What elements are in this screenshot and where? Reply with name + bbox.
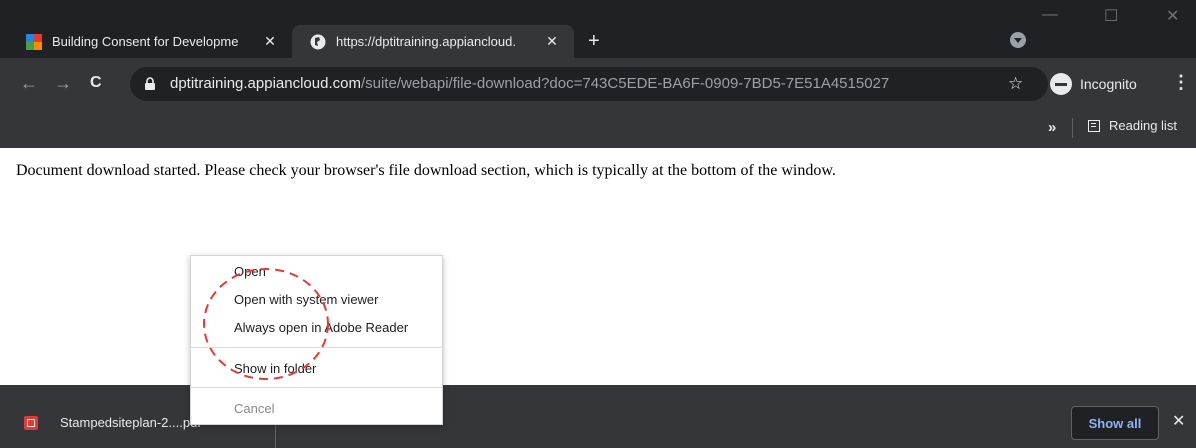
download-shelf-close-icon[interactable]: ✕ <box>1172 411 1185 431</box>
tab-close-icon[interactable]: ✕ <box>544 33 560 50</box>
download-context-menu: Open Open with system viewer Always open… <box>190 255 443 425</box>
forward-button[interactable]: → <box>54 74 72 92</box>
back-button[interactable]: ← <box>20 74 38 92</box>
tab-search-icon[interactable] <box>1010 32 1026 48</box>
address-url[interactable]: dptitraining.appiancloud.com/suite/webap… <box>170 75 889 92</box>
incognito-icon <box>1050 73 1072 95</box>
maximize-button[interactable]: ☐ <box>1104 6 1118 26</box>
tab-title: Building Consent for Developme <box>52 34 239 49</box>
tab-close-icon[interactable]: ✕ <box>262 33 278 50</box>
new-tab-button[interactable]: + <box>588 31 600 51</box>
lock-icon <box>145 77 155 90</box>
tab-title: https://dptitraining.appiancloud. <box>336 34 516 49</box>
menu-item-open[interactable]: Open <box>234 264 266 279</box>
incognito-label: Incognito <box>1080 76 1137 92</box>
bookmarks-divider <box>1072 118 1073 138</box>
download-filename[interactable]: Stampedsiteplan-2....pdf <box>60 415 201 430</box>
reading-list-button[interactable]: Reading list <box>1088 118 1177 133</box>
minimize-button[interactable]: — <box>1042 6 1058 24</box>
url-host: dptitraining.appiancloud.com <box>170 75 361 92</box>
show-all-button[interactable]: Show all <box>1071 406 1159 440</box>
appian-grid-icon <box>26 33 42 50</box>
tab-building-consent[interactable]: Building Consent for Developme ✕ <box>8 25 292 58</box>
globe-icon <box>310 34 326 49</box>
menu-item-show-in-folder[interactable]: Show in folder <box>234 361 316 376</box>
bookmarks-bar <box>0 110 1196 148</box>
window-close-button[interactable]: ✕ <box>1166 6 1179 26</box>
reading-list-label: Reading list <box>1109 118 1177 133</box>
bookmark-star-icon[interactable]: ☆ <box>1008 74 1023 94</box>
menu-item-always-open-adobe-reader[interactable]: Always open in Adobe Reader <box>234 320 408 335</box>
menu-item-cancel[interactable]: Cancel <box>234 401 274 416</box>
tab-file-download[interactable]: https://dptitraining.appiancloud. ✕ <box>292 25 574 58</box>
page-content <box>0 148 1196 385</box>
browser-menu-icon[interactable]: ⋮ <box>1172 72 1190 93</box>
download-message: Document download started. Please check … <box>16 162 836 179</box>
bookmarks-overflow-chevron-icon[interactable]: » <box>1048 119 1056 136</box>
menu-item-open-with-system-viewer[interactable]: Open with system viewer <box>234 292 379 307</box>
menu-separator <box>191 387 442 388</box>
reading-list-icon <box>1088 119 1100 132</box>
reload-button[interactable]: C <box>90 74 102 92</box>
menu-separator <box>191 347 442 348</box>
incognito-profile-button[interactable]: Incognito <box>1050 71 1137 97</box>
pdf-file-icon <box>24 416 38 430</box>
url-path: /suite/webapi/file-download?doc=743C5EDE… <box>360 75 890 92</box>
